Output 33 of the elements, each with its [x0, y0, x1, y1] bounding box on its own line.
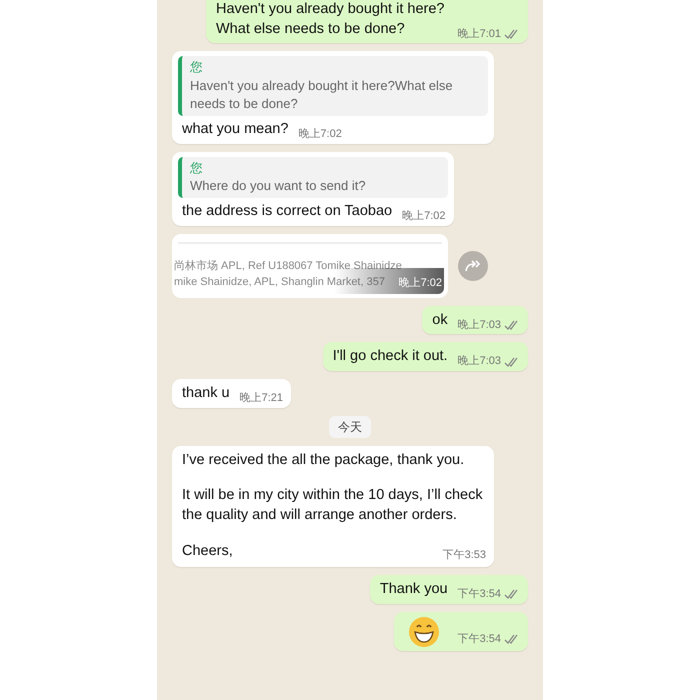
- quote-text: Where do you want to send it?: [190, 177, 367, 196]
- timestamp: 晚上7:02: [298, 127, 342, 142]
- quote-text: Haven't you already bought it here?What else needs to be done?: [190, 76, 454, 113]
- message-text: thank u: [182, 384, 230, 403]
- timestamp: 晚上7:02: [402, 209, 446, 224]
- forward-icon: [464, 258, 482, 273]
- grinning-face-icon: [408, 616, 440, 648]
- quote-author: 您: [190, 59, 204, 76]
- quoted-message[interactable]: 您 Haven't you already bought it here?What else needs to be done?: [178, 56, 488, 116]
- date-divider: 今天: [329, 416, 371, 438]
- message-text: I’ve received the all the package, thank you.: [182, 450, 466, 470]
- message-text: Haven't you already bought it here?What else needs to be done?: [216, 0, 446, 39]
- quoted-message[interactable]: 您 Where do you want to send it?: [178, 156, 448, 198]
- message-text: I'll go check it out.: [332, 347, 448, 366]
- image-text: 尚林市场 APL, Ref U188067 Tomike Shainidze: [173, 258, 402, 274]
- timestamp: 晚上7:02: [398, 276, 442, 292]
- timestamp: 晚上7:03: [458, 318, 501, 333]
- timestamp: 下午3:54: [458, 587, 501, 602]
- message-text: the address is correct on Taobao: [182, 202, 392, 222]
- timestamp: 下午3:54: [458, 632, 501, 647]
- forward-button[interactable]: [458, 250, 488, 281]
- message-text: ok: [432, 310, 448, 330]
- message-text: It will be in my city within the 10 days, I’ll check the quality and will arrange another orders.: [182, 486, 484, 525]
- image-message[interactable]: 尚林市场 APL, Ref U188067 Tomike Shainidze mike Shainidze, APL, Shanglin Market, 357 晚上7:02: [172, 234, 448, 298]
- timestamp: 晚上7:01: [458, 26, 501, 42]
- message-text: Cheers,: [182, 542, 233, 562]
- message-text: Thank you: [380, 580, 448, 599]
- timestamp: 晚上7:03: [458, 354, 501, 370]
- image-text: mike Shainidze, APL, Shanglin Market, 357: [173, 275, 385, 290]
- timestamp: 晚上7:21: [240, 391, 283, 406]
- message-text: what you mean?: [182, 120, 288, 139]
- quote-author: 您: [190, 160, 204, 177]
- timestamp: 下午3:53: [442, 548, 486, 564]
